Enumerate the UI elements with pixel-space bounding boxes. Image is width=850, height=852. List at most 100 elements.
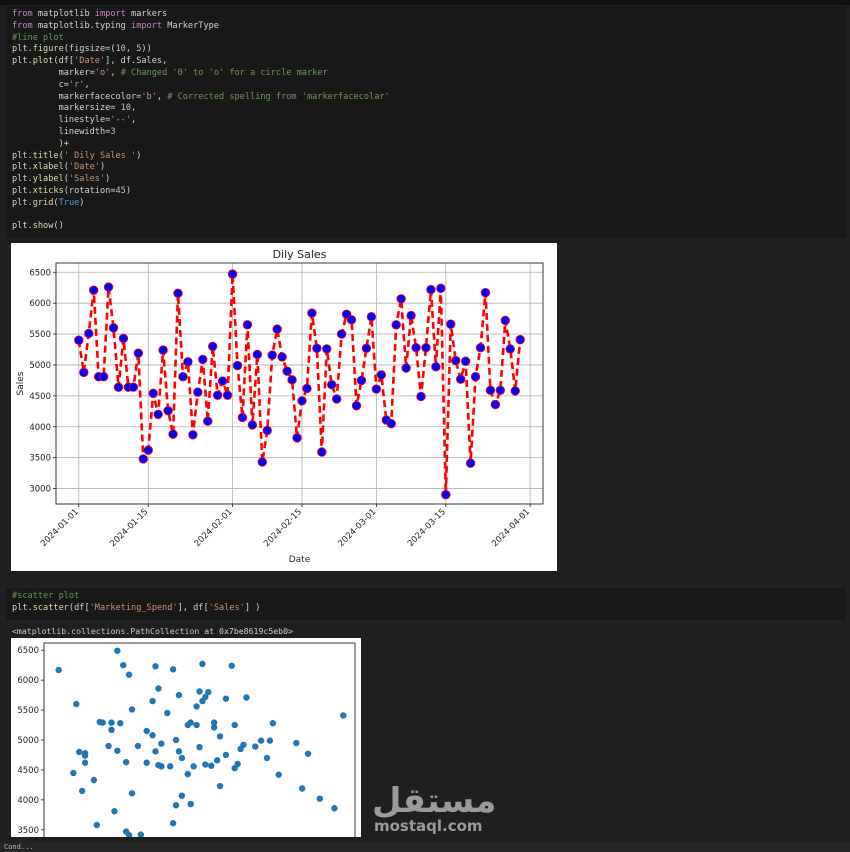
scatter-point bbox=[257, 737, 265, 744]
code-token: 45 bbox=[115, 185, 126, 196]
sales-point bbox=[252, 349, 263, 360]
code-token: True bbox=[58, 197, 80, 208]
code-token: plt. bbox=[12, 197, 33, 208]
sales-point bbox=[292, 433, 302, 443]
code-token: plt. bbox=[12, 44, 33, 55]
sales-point bbox=[242, 320, 253, 330]
code-token: from bbox=[12, 20, 33, 31]
code-token: 10 bbox=[120, 103, 132, 114]
sales-point bbox=[232, 360, 243, 371]
sales-point bbox=[168, 429, 178, 439]
sales-point bbox=[485, 385, 496, 395]
code-line: from matplotlib.typing import MarkerType bbox=[12, 21, 846, 33]
code-line: plt.grid(True) bbox=[12, 198, 846, 210]
sales-point bbox=[113, 382, 124, 392]
code-token: 'Date' bbox=[68, 162, 100, 173]
chart-title: Dily Sales bbox=[273, 248, 327, 261]
sales-point bbox=[153, 409, 163, 420]
sales-point bbox=[277, 352, 287, 362]
scatter-point bbox=[196, 743, 203, 751]
mostaql-watermark: مستقل mostaql.com bbox=[372, 784, 496, 834]
code-line: plt.plot(df['Date'], df.Sales, bbox=[12, 56, 846, 68]
code-line: )+ bbox=[12, 139, 846, 151]
sales-point bbox=[267, 350, 277, 360]
code-line: markerfacecolor='b', # Corrected spellin… bbox=[12, 92, 846, 104]
code-token: import bbox=[94, 9, 126, 19]
code-line: plt.xticks(rotation=45) bbox=[12, 186, 846, 198]
scatter-point bbox=[193, 721, 200, 729]
y-tick-label: 6000 bbox=[17, 676, 39, 686]
sales-point bbox=[317, 447, 327, 457]
code-token: markersize= bbox=[12, 103, 121, 114]
code-editor[interactable]: from matplotlib import markers from matpl… bbox=[6, 6, 846, 233]
code-token: markers bbox=[125, 9, 168, 19]
y-tick-label: 4000 bbox=[29, 423, 51, 433]
x-tick-label: 2024-01-01 bbox=[39, 507, 81, 549]
scatter-point bbox=[193, 703, 200, 710]
y-tick-label: 3500 bbox=[29, 454, 51, 464]
code-token: xlabel bbox=[32, 162, 64, 173]
scatter-point bbox=[199, 660, 206, 668]
code-line: markersize= 10, bbox=[12, 103, 846, 115]
sales-point bbox=[74, 335, 84, 345]
scatter-point bbox=[252, 743, 259, 750]
x-tick-label: 2024-04-01 bbox=[490, 507, 532, 549]
scatter-point bbox=[331, 805, 338, 812]
scatter-point bbox=[134, 742, 142, 750]
code-line: linestyle='--', bbox=[12, 115, 846, 127]
scatter-point bbox=[78, 787, 86, 795]
sales-point bbox=[307, 308, 317, 318]
scatter-point bbox=[99, 719, 106, 726]
scatter-point bbox=[90, 776, 98, 784]
sales-point bbox=[128, 382, 139, 392]
sales-point bbox=[490, 399, 501, 410]
code-token: 'o' bbox=[94, 67, 111, 78]
y-tick-label: 5000 bbox=[17, 736, 39, 746]
sales-point bbox=[188, 430, 198, 440]
scatter-point bbox=[155, 685, 162, 692]
scatter-point bbox=[166, 763, 174, 770]
watermark-latin: mostaql.com bbox=[374, 817, 483, 835]
code-token: , bbox=[131, 103, 137, 114]
sales-point bbox=[148, 388, 158, 399]
line-plot-output: 3000 3500 4000 4500 5000 5500 6000 6500 2024-01-… bbox=[11, 243, 557, 571]
scatter-point bbox=[169, 820, 177, 827]
code-editor[interactable]: #scatter plot plt.scatter(df['Marketing_S… bbox=[6, 588, 846, 615]
code-token: show bbox=[32, 221, 54, 232]
code-line: marker='o', # Changed '0' to 'o' for a c… bbox=[12, 68, 846, 80]
scatter-point bbox=[243, 694, 250, 701]
sales-point bbox=[327, 380, 337, 390]
sales-point bbox=[436, 283, 446, 294]
y-tick-label: 6500 bbox=[29, 268, 51, 278]
code-token: , bbox=[110, 67, 121, 78]
code-token: plot bbox=[32, 56, 54, 67]
sales-point bbox=[84, 328, 94, 339]
sales-point bbox=[178, 372, 188, 382]
code-token: )+ bbox=[12, 138, 69, 149]
scatter-point bbox=[114, 747, 121, 754]
scatter-point bbox=[222, 695, 230, 702]
code-cell-scatter-plot[interactable]: #scatter plot plt.scatter(df['Marketing_S… bbox=[6, 588, 846, 620]
sales-point bbox=[212, 390, 223, 400]
code-cell-line-plot[interactable]: from matplotlib import markers from matpl… bbox=[6, 6, 846, 238]
sales-point bbox=[386, 418, 396, 429]
scatter-point bbox=[149, 697, 156, 705]
scatter-plot-output: 3500 4000 4500 5000 5500 6000 6500 bbox=[11, 638, 361, 837]
code-token: ], df.Sales, bbox=[105, 56, 168, 67]
sales-point bbox=[322, 344, 332, 354]
sales-point bbox=[465, 458, 476, 468]
code-line: #line plot bbox=[12, 33, 846, 45]
scatter-point bbox=[143, 759, 150, 766]
scatter-point bbox=[114, 647, 121, 654]
scatter-point bbox=[202, 761, 209, 768]
code-token: grid bbox=[32, 197, 54, 208]
y-tick-label: 6500 bbox=[17, 646, 39, 656]
sales-point bbox=[208, 341, 218, 352]
sales-point bbox=[401, 363, 411, 373]
scatter-point bbox=[175, 691, 183, 699]
scatter-point bbox=[187, 719, 194, 726]
scatter-point bbox=[228, 662, 235, 669]
scatter-point bbox=[70, 769, 77, 777]
scatter-point bbox=[298, 785, 306, 792]
code-token: ylabel bbox=[32, 174, 64, 185]
